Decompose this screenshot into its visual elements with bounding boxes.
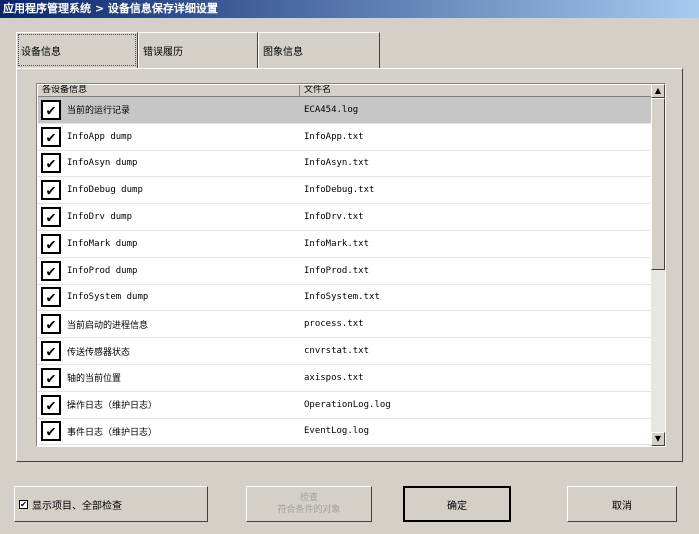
- table-row[interactable]: ✔ 轴的当前位置 axispos.txt: [38, 365, 652, 392]
- arrow-down-icon[interactable]: ▼: [651, 432, 665, 446]
- device-name: 事件日志（维护日志）: [67, 427, 158, 438]
- vertical-scrollbar[interactable]: ▲ ▼: [651, 84, 665, 446]
- check-matching-button[interactable]: 检查 符合条件的对象: [246, 486, 372, 522]
- tab-device-info[interactable]: 设备信息: [16, 32, 138, 68]
- cell-device: ✔ InfoDrv dump: [38, 207, 300, 228]
- table-row[interactable]: ✔ 事件日志（维护日志） EventLog.log: [38, 419, 652, 445]
- filename: OperationLog.log: [304, 399, 391, 410]
- cell-device: ✔ InfoAsyn dump: [38, 153, 300, 174]
- list-header: 各设备信息 文件名: [38, 85, 652, 97]
- show-all-label: 显示项目、全部检查: [32, 500, 122, 512]
- tab-image-info[interactable]: 图象信息: [258, 32, 380, 68]
- checkmark-icon[interactable]: ✔: [41, 180, 61, 201]
- table-row[interactable]: ✔ InfoMark dump InfoMark.txt: [38, 231, 652, 258]
- list-rows: ✔ 当前的运行记录 ECA454.log ✔ InfoApp dump InfoApp.t…: [38, 97, 652, 445]
- cell-device: ✔ InfoSystem dump: [38, 287, 300, 308]
- device-name: InfoDebug dump: [67, 185, 143, 196]
- device-name: 轴的当前位置: [67, 374, 122, 385]
- filename: InfoApp.txt: [304, 131, 364, 142]
- filename: InfoAsyn.txt: [304, 158, 370, 169]
- checkmark-icon[interactable]: ✔: [41, 421, 61, 442]
- cell-device: ✔ 传送传感器状态: [38, 341, 300, 362]
- filename: EventLog.log: [304, 426, 370, 437]
- filename: ECA454.log: [304, 104, 359, 115]
- device-name: 操作日志（维护日志）: [67, 401, 158, 412]
- ok-label: 确定: [447, 500, 467, 512]
- cell-device: ✔ InfoProd dump: [38, 260, 300, 281]
- table-row[interactable]: ✔ InfoSystem dump InfoSystem.txt: [38, 285, 652, 312]
- column-header-filename[interactable]: 文件名: [300, 85, 652, 97]
- cell-device: ✔ 操作日志（维护日志）: [38, 394, 300, 415]
- checkmark-icon[interactable]: ✔: [41, 207, 61, 228]
- checkmark-icon[interactable]: ✔: [41, 394, 61, 415]
- ok-button[interactable]: 确定: [403, 486, 511, 522]
- table-row[interactable]: ✔ 当前启动的进程信息 process.txt: [38, 311, 652, 339]
- filename: axispos.txt: [304, 372, 364, 383]
- checkmark-icon[interactable]: ✔: [41, 287, 61, 308]
- device-name: InfoApp dump: [67, 131, 133, 142]
- table-row[interactable]: ✔ InfoDebug dump InfoDebug.txt: [38, 177, 652, 205]
- checkmark-icon[interactable]: ✔: [41, 314, 61, 335]
- device-name: 当前的运行记录: [67, 106, 131, 117]
- cell-device: ✔ 当前启动的进程信息: [38, 314, 300, 335]
- filename: InfoDebug.txt: [304, 185, 375, 196]
- cell-device: ✔ 当前的运行记录: [38, 99, 300, 120]
- filename: InfoProd.txt: [304, 265, 370, 276]
- table-row[interactable]: ✔ 传送传感器状态 cnvrstat.txt: [38, 338, 652, 365]
- device-name: 当前启动的进程信息: [67, 320, 149, 331]
- show-all-check-toggle[interactable]: ✔ 显示项目、全部检查: [14, 486, 208, 522]
- scrollbar-thumb[interactable]: [651, 98, 665, 270]
- tab-error-history[interactable]: 错误履历: [138, 32, 258, 68]
- checkmark-icon[interactable]: ✔: [41, 341, 61, 362]
- checkmark-icon[interactable]: ✔: [41, 260, 61, 281]
- checkmark-icon[interactable]: ✔: [41, 126, 61, 147]
- arrow-up-icon[interactable]: ▲: [651, 84, 665, 98]
- cancel-button[interactable]: 取消: [567, 486, 677, 522]
- cell-device: ✔ 事件日志（维护日志）: [38, 421, 300, 442]
- table-row[interactable]: ✔ 操作日志（维护日志） OperationLog.log: [38, 392, 652, 419]
- device-name: InfoSystem dump: [67, 292, 149, 303]
- filename: process.txt: [304, 319, 364, 330]
- checkmark-icon[interactable]: ✔: [41, 153, 61, 174]
- checkbox-icon[interactable]: ✔: [19, 499, 28, 509]
- check-button-sublabel: 符合条件的对象: [277, 505, 341, 515]
- device-name: InfoProd dump: [67, 265, 138, 276]
- cell-device: ✔ InfoApp dump: [38, 126, 300, 147]
- filename: cnvrstat.txt: [304, 346, 370, 357]
- checkmark-icon[interactable]: ✔: [41, 367, 61, 388]
- device-name: InfoDrv dump: [67, 212, 133, 223]
- device-name: InfoMark dump: [67, 238, 138, 249]
- table-row[interactable]: ✔ InfoAsyn dump InfoAsyn.txt: [38, 151, 652, 178]
- filename: InfoMark.txt: [304, 238, 370, 249]
- filename: InfoSystem.txt: [304, 292, 380, 303]
- checkmark-icon[interactable]: ✔: [41, 233, 61, 254]
- window-title: 应用程序管理系统 > 设备信息保存详细设置: [0, 0, 699, 18]
- cancel-label: 取消: [612, 500, 632, 512]
- filename: InfoDrv.txt: [304, 212, 364, 223]
- device-info-list[interactable]: 各设备信息 文件名 ✔ 当前的运行记录 ECA454.log ✔ InfoApp dum…: [36, 83, 666, 447]
- tab-label: 设备信息: [21, 47, 61, 58]
- table-row[interactable]: ✔ 当前的运行记录 ECA454.log: [38, 97, 652, 124]
- table-row[interactable]: ✔ InfoProd dump InfoProd.txt: [38, 258, 652, 285]
- device-name: 传送传感器状态: [67, 347, 131, 358]
- cell-device: ✔ InfoDebug dump: [38, 180, 300, 201]
- table-row[interactable]: ✔ InfoApp dump InfoApp.txt: [38, 124, 652, 151]
- checkmark-icon[interactable]: ✔: [41, 99, 61, 120]
- device-name: InfoAsyn dump: [67, 158, 138, 169]
- tab-label: 错误履历: [143, 47, 183, 58]
- column-header-device-info[interactable]: 各设备信息: [38, 85, 300, 97]
- cell-device: ✔ 轴的当前位置: [38, 367, 300, 388]
- cell-device: ✔ InfoMark dump: [38, 233, 300, 254]
- check-button-label: 检查: [299, 493, 318, 503]
- tab-label: 图象信息: [263, 47, 303, 58]
- table-row[interactable]: ✔ InfoDrv dump InfoDrv.txt: [38, 204, 652, 231]
